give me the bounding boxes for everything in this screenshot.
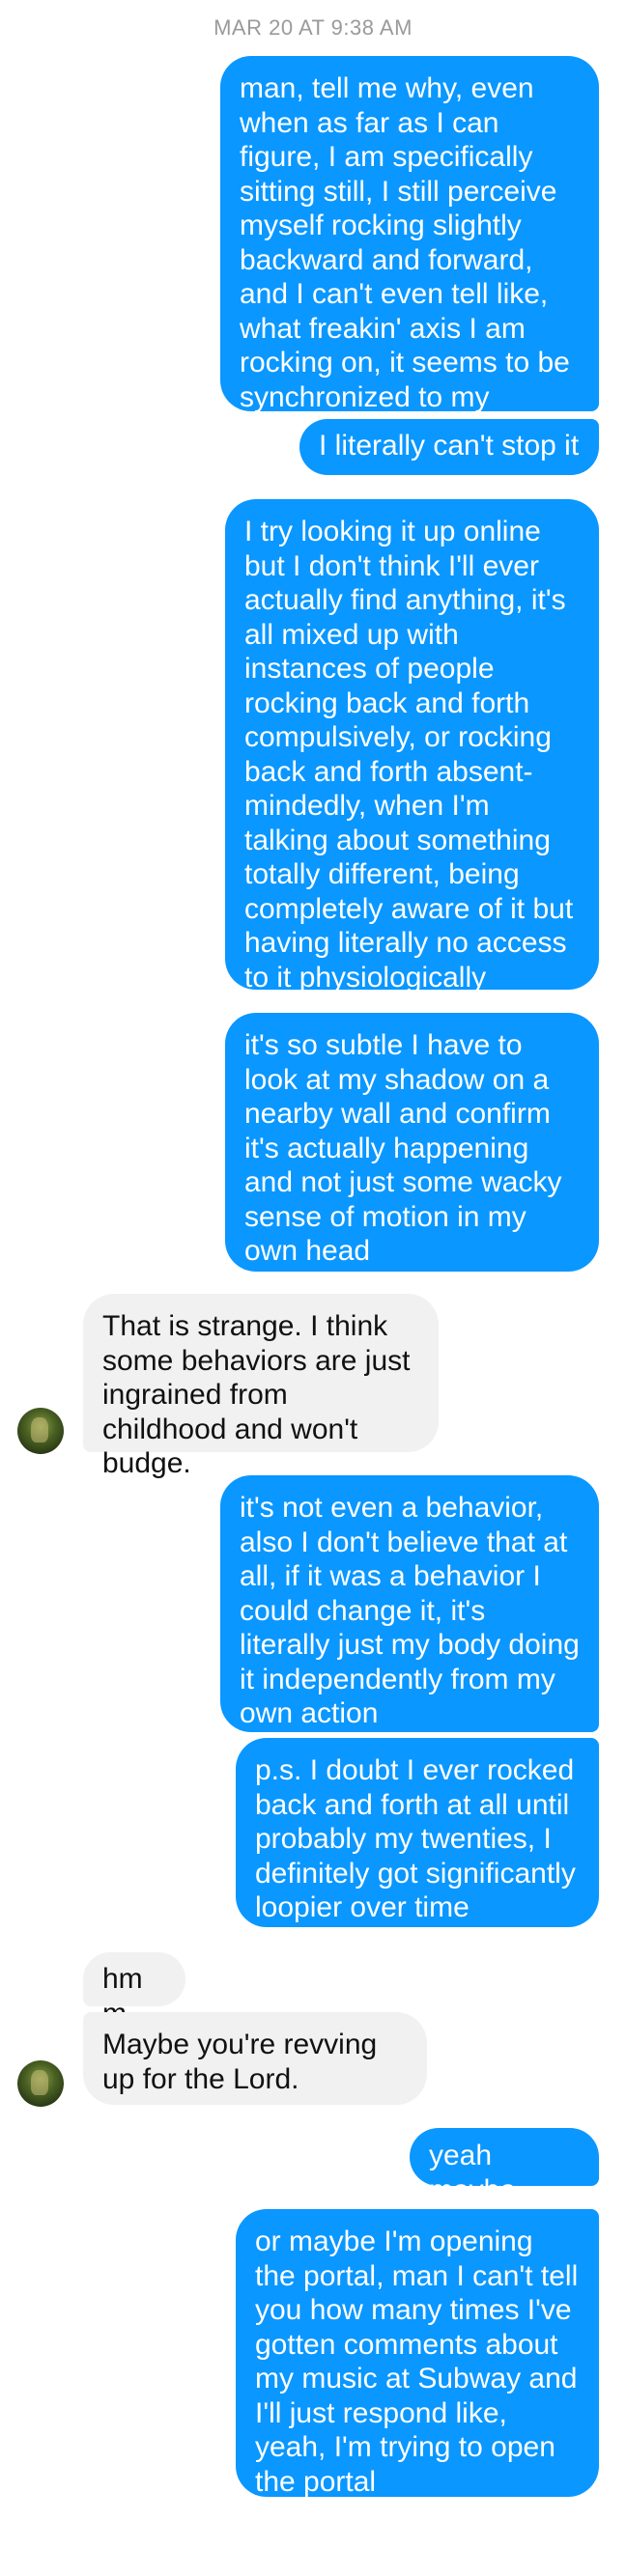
message-bubble-incoming[interactable]: hmm (83, 1952, 185, 2030)
message-bubble-outgoing[interactable]: or maybe I'm opening the portal, man I c… (236, 2209, 599, 2498)
contact-avatar-icon[interactable] (17, 1408, 64, 1454)
message-bubble-outgoing[interactable]: man, tell me why, even when as far as I … (220, 56, 599, 447)
message-bubble-outgoing[interactable]: yeah maybe (410, 2128, 599, 2206)
message-bubble-incoming[interactable]: That is strange. I think some behaviors … (83, 1294, 439, 1479)
contact-avatar-icon[interactable] (17, 2060, 64, 2107)
message-bubble-incoming[interactable]: Maybe you're revving up for the Lord. (83, 2012, 427, 2105)
message-bubble-outgoing[interactable]: I try looking it up online but I don't t… (225, 499, 599, 994)
message-bubble-outgoing[interactable]: it's so subtle I have to look at my shad… (225, 1013, 599, 1272)
timestamp: MAR 20 AT 9:38 AM (213, 15, 413, 40)
message-bubble-outgoing[interactable]: p.s. I doubt I ever rocked back and fort… (236, 1738, 599, 1927)
message-bubble-outgoing[interactable]: it's not even a behavior, also I don't b… (220, 1475, 599, 1732)
message-bubble-outgoing[interactable]: I literally can't stop it (299, 419, 599, 475)
